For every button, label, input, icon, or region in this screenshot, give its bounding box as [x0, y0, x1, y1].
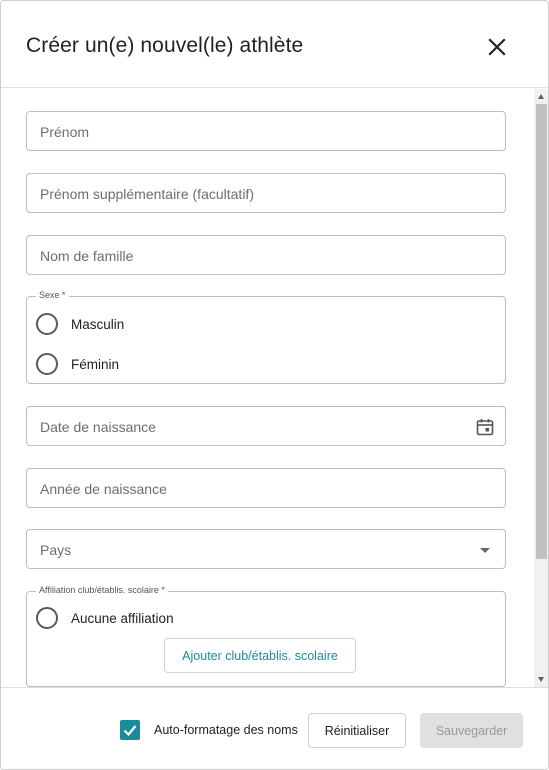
add-club-button[interactable]: Ajouter club/établis. scolaire — [164, 638, 356, 673]
last-name-field[interactable]: Nom de famille — [26, 235, 506, 275]
checkmark-icon — [123, 725, 137, 737]
affiliation-fieldset: Affiliation club/établis. scolaire * Auc… — [26, 585, 506, 687]
country-select[interactable]: Pays — [26, 529, 506, 569]
auto-format-label: Auto-formatage des noms — [154, 723, 298, 737]
affiliation-option-none[interactable]: Aucune affiliation — [36, 606, 174, 630]
first-name-field[interactable]: Prénom — [26, 111, 506, 151]
close-button[interactable] — [483, 33, 511, 61]
birth-date-placeholder: Date de naissance — [40, 419, 156, 435]
sex-fieldset: Sexe * Masculin Féminin — [26, 290, 506, 384]
affiliation-legend: Affiliation club/établis. scolaire * — [36, 585, 168, 595]
radio-button[interactable] — [36, 353, 58, 375]
sex-legend: Sexe * — [36, 290, 69, 300]
calendar-icon[interactable] — [475, 417, 495, 437]
dialog-header: Créer un(e) nouvel(le) athlète — [1, 1, 548, 88]
country-placeholder: Pays — [40, 542, 72, 558]
scrollbar-thumb[interactable] — [536, 104, 547, 559]
sex-option-male[interactable]: Masculin — [36, 312, 124, 336]
birth-year-field[interactable]: Année de naissance — [26, 468, 506, 508]
last-name-placeholder: Nom de famille — [40, 248, 134, 264]
birth-date-field[interactable]: Date de naissance — [26, 406, 506, 446]
dropdown-arrow-icon — [475, 540, 495, 560]
dialog-body: Prénom Prénom supplémentaire (facultatif… — [1, 89, 548, 687]
birth-year-placeholder: Année de naissance — [40, 481, 167, 497]
radio-label-male: Masculin — [71, 316, 125, 332]
radio-label-female: Féminin — [71, 356, 120, 372]
create-athlete-dialog: Créer un(e) nouvel(le) athlète Prénom Pr… — [0, 0, 549, 770]
scrollbar[interactable] — [534, 89, 548, 687]
radio-button[interactable] — [36, 313, 58, 335]
dialog-title: Créer un(e) nouvel(le) athlète — [26, 34, 304, 57]
scroll-down-arrow-icon[interactable] — [538, 677, 544, 682]
reset-button[interactable]: Réinitialiser — [308, 713, 406, 748]
radio-label-no-affiliation: Aucune affiliation — [71, 610, 174, 626]
save-button[interactable]: Sauvegarder — [420, 713, 523, 748]
middle-name-placeholder: Prénom supplémentaire (facultatif) — [40, 186, 254, 202]
auto-format-checkbox[interactable] — [120, 720, 140, 740]
scroll-up-arrow-icon[interactable] — [538, 94, 544, 99]
middle-name-field[interactable]: Prénom supplémentaire (facultatif) — [26, 173, 506, 213]
close-icon — [488, 38, 506, 56]
sex-option-female[interactable]: Féminin — [36, 352, 119, 376]
radio-button[interactable] — [36, 607, 58, 629]
first-name-placeholder: Prénom — [40, 124, 90, 140]
dialog-footer: Auto-formatage des noms Réinitialiser Sa… — [1, 687, 548, 769]
